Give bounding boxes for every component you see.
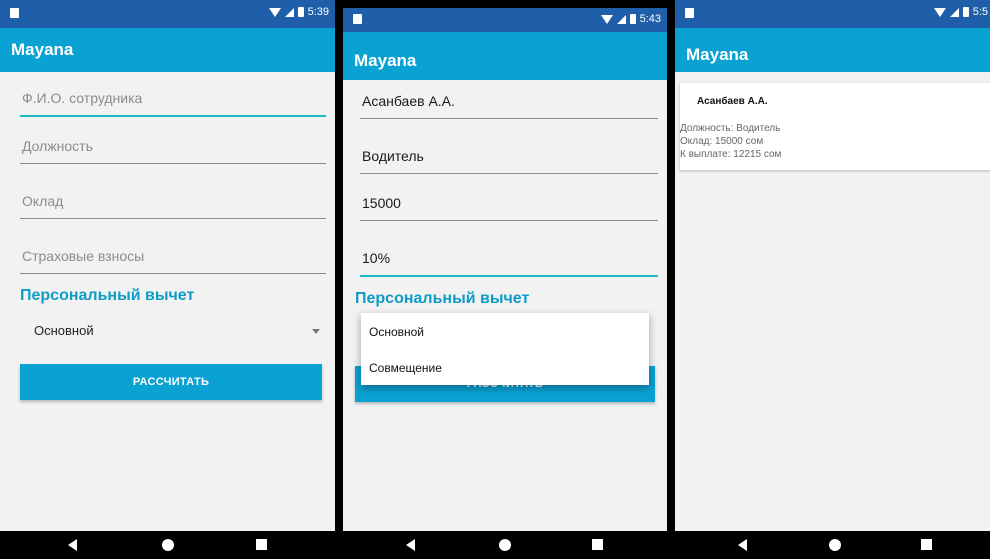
position-field[interactable] xyxy=(360,143,660,174)
insurance-input[interactable] xyxy=(360,245,660,271)
sim-icon xyxy=(685,8,694,18)
back-icon[interactable] xyxy=(406,539,415,551)
position-field[interactable] xyxy=(20,133,328,164)
home-icon[interactable] xyxy=(829,539,841,551)
employee-name-input[interactable] xyxy=(360,88,660,114)
salary-input[interactable] xyxy=(360,190,660,216)
app-title: Mayana xyxy=(354,51,417,70)
wifi-icon xyxy=(268,7,281,17)
back-icon[interactable] xyxy=(738,539,747,551)
status-time: 5:39 xyxy=(307,6,329,18)
insurance-field[interactable] xyxy=(20,243,328,274)
deduction-section-label: Персональный вычет xyxy=(355,290,530,307)
home-icon[interactable] xyxy=(499,539,511,551)
salary-line: Оклад: 15000 сом xyxy=(680,136,764,147)
nav-bar xyxy=(0,531,335,559)
employee-name-field[interactable] xyxy=(360,88,660,119)
status-bar: 5:39 xyxy=(0,0,335,28)
salary-field[interactable] xyxy=(20,188,328,219)
recent-apps-icon[interactable] xyxy=(921,539,932,550)
position-line: Должность: Водитель xyxy=(680,123,781,134)
insurance-field[interactable] xyxy=(360,245,660,277)
signal-icon xyxy=(284,7,294,17)
screen-result: 5:5 Mayana Асанбаев А.А. Должность: Води… xyxy=(675,0,990,559)
screen-filled-form: 5:43 Mayana Персональный вычет РАССЧИТАТ… xyxy=(343,8,667,559)
status-time: 5:43 xyxy=(639,13,661,25)
battery-icon xyxy=(297,7,304,17)
nav-bar xyxy=(343,531,667,559)
position-input[interactable] xyxy=(360,143,660,169)
wifi-icon xyxy=(933,7,946,17)
signal-icon xyxy=(616,14,626,24)
recent-apps-icon[interactable] xyxy=(256,539,267,550)
dropdown-option-combined[interactable]: Совмещение xyxy=(369,361,442,375)
battery-icon xyxy=(962,7,969,17)
status-bar: 5:43 xyxy=(343,8,667,32)
deduction-dropdown-menu: Основной Совмещение xyxy=(361,313,649,385)
app-title: Mayana xyxy=(686,45,749,64)
status-time: 5:5 xyxy=(972,6,988,18)
app-bar: Mayana xyxy=(675,28,990,72)
calculate-button[interactable]: РАССЧИТАТЬ xyxy=(20,364,322,400)
insurance-input[interactable] xyxy=(20,243,328,269)
back-icon[interactable] xyxy=(68,539,77,551)
employee-name: Асанбаев А.А. xyxy=(697,96,768,107)
recent-apps-icon[interactable] xyxy=(592,539,603,550)
signal-icon xyxy=(949,7,959,17)
screen-input-form: 5:39 Mayana Персональный вычет Основной … xyxy=(0,0,335,559)
dropdown-option-main[interactable]: Основной xyxy=(369,325,424,339)
deduction-section-label: Персональный вычет xyxy=(20,287,195,304)
salary-input[interactable] xyxy=(20,188,328,214)
payout-line: К выплате: 12215 сом xyxy=(680,149,782,160)
home-icon[interactable] xyxy=(162,539,174,551)
app-bar: Mayana xyxy=(343,32,667,80)
app-title: Mayana xyxy=(11,40,74,59)
position-input[interactable] xyxy=(20,133,328,159)
wifi-icon xyxy=(600,14,613,24)
employee-name-field[interactable] xyxy=(20,85,328,117)
salary-field[interactable] xyxy=(360,190,660,221)
app-bar: Mayana xyxy=(0,28,335,72)
sim-icon xyxy=(10,8,19,18)
employee-result-card[interactable]: Асанбаев А.А. Должность: Водитель Оклад:… xyxy=(680,83,990,170)
employee-name-input[interactable] xyxy=(20,85,328,111)
chevron-down-icon xyxy=(312,329,320,334)
nav-bar xyxy=(675,531,990,559)
battery-icon xyxy=(629,14,636,24)
sim-icon xyxy=(353,14,362,24)
deduction-select[interactable]: Основной xyxy=(20,313,326,347)
deduction-select-value: Основной xyxy=(34,323,94,338)
status-bar: 5:5 xyxy=(675,0,990,28)
